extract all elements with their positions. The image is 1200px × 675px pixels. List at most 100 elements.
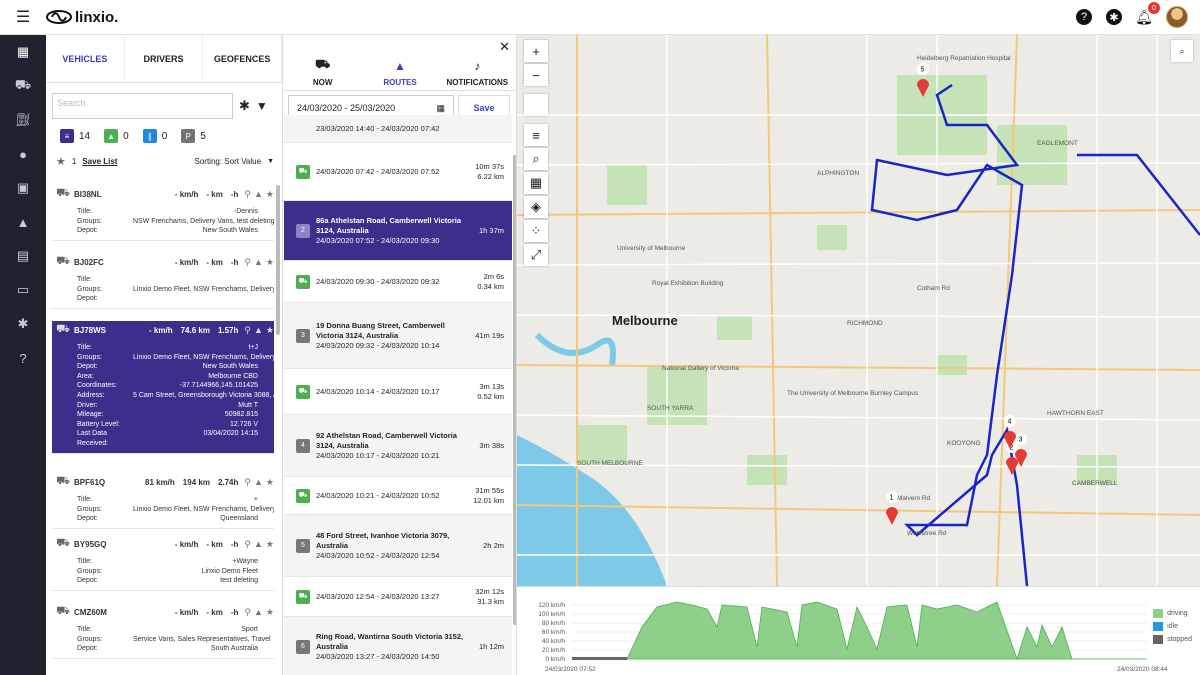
star-icon[interactable]: ★: [266, 189, 274, 200]
map-icon[interactable]: ▦: [0, 35, 46, 69]
star-icon[interactable]: ★: [266, 607, 274, 618]
user-icon[interactable]: ●: [0, 137, 46, 171]
menu-icon[interactable]: ☰: [0, 7, 46, 27]
vehicle-card[interactable]: ⛟ BJ02FC - km/h - km -h ⚲ ▲ ★ Title: Groups: Linxi…: [52, 253, 274, 309]
detail-label: Title:: [77, 344, 92, 351]
legend-swatch: [1153, 634, 1164, 644]
marker-number: 3: [1019, 437, 1023, 444]
layers-icon[interactable]: ◈: [524, 196, 548, 218]
fuel-icon[interactable]: ⛽︎: [0, 103, 46, 137]
list-icon[interactable]: ≡: [524, 124, 548, 146]
filter-icon[interactable]: ▼: [256, 99, 268, 113]
star-icon[interactable]: ★: [266, 539, 274, 550]
star-icon[interactable]: ★: [56, 155, 66, 168]
status-filter-chip[interactable]: ≡ 14: [60, 129, 90, 143]
image-icon[interactable]: ▣: [0, 171, 46, 205]
tab-drivers[interactable]: DRIVERS: [125, 35, 204, 82]
legend-item[interactable]: driving: [1153, 607, 1192, 620]
warning-icon[interactable]: ▲: [254, 257, 263, 268]
route-stop-item[interactable]: 5 48 Ford Street, Ivanhoe Victoria 3079, …: [284, 515, 512, 577]
tab-label: NOTIFICATIONS: [446, 78, 509, 87]
alert-icon[interactable]: ▲: [0, 205, 46, 239]
bell-icon[interactable]: 🔔︎ 0: [1135, 2, 1160, 25]
help-icon[interactable]: ?: [1076, 9, 1092, 25]
detail-label: Depot:: [77, 363, 98, 371]
stop-number: 5: [296, 538, 310, 553]
legend-item[interactable]: stopped: [1153, 633, 1192, 646]
status-filter-chip[interactable]: ▲ 0: [104, 129, 129, 143]
zoom-search-icon[interactable]: ⌕: [524, 148, 548, 170]
vehicle-card[interactable]: ⛟ BJ78WS - km/h 74.6 km 1.57h ⚲ ▲ ★ Title: t+J Gro…: [52, 321, 274, 454]
location-pin-icon[interactable]: ⚲: [244, 477, 251, 488]
document-icon[interactable]: ▤: [0, 239, 46, 273]
warning-icon[interactable]: ▲: [254, 325, 263, 336]
location-pin-icon[interactable]: ⚲: [244, 189, 251, 200]
status-filter-chip[interactable]: ∥ 0: [142, 129, 167, 143]
map-icon[interactable]: ▦: [524, 172, 548, 194]
route-drive-item[interactable]: ⛟ 24/03/2020 07:42 - 24/03/2020 07:52 10m …: [284, 143, 512, 201]
vehicle-card[interactable]: ⛟ BPF61Q 81 km/h 194 km 2.74h ⚲ ▲ ★ Title: + Group…: [52, 473, 274, 529]
route-stop-item[interactable]: 2 86a Athelstan Road, Camberwell Victoria…: [284, 201, 512, 261]
chevron-down-icon[interactable]: ▼: [267, 158, 274, 165]
status-filter-chip[interactable]: P5: [181, 129, 206, 143]
location-pin-icon[interactable]: ⚲: [244, 257, 251, 268]
tab-geofences[interactable]: GEOFENCES: [203, 35, 282, 82]
route-drive-item[interactable]: ⛟ 24/03/2020 12:54 - 24/03/2020 13:27 32m …: [284, 577, 512, 617]
route-drive-item[interactable]: ⛟ 24/03/2020 09:30 - 24/03/2020 09:32 2m 6…: [284, 261, 512, 303]
sorting-select[interactable]: Sorting: Sort Value: [195, 157, 262, 166]
search-input[interactable]: Search: [52, 93, 233, 119]
close-icon[interactable]: ✕: [499, 39, 510, 55]
device-icon[interactable]: ▭: [0, 273, 46, 307]
route-distance: 6.22 km: [477, 171, 504, 181]
location-pin-icon[interactable]: ⚲: [244, 325, 251, 336]
route-stop-item[interactable]: 4 92 Athelstan Road, Camberwell Victoria …: [284, 415, 512, 477]
zoom-out-button[interactable]: −: [524, 64, 548, 86]
route-stop-item[interactable]: 23/03/2020 14:40 - 24/03/2020 07:42: [284, 115, 512, 143]
map[interactable]: Melbourne Heidelberg Repatriation Hospit…: [517, 35, 1200, 586]
fullscreen-icon[interactable]: ⤢: [524, 244, 548, 266]
map-canvas[interactable]: Melbourne Heidelberg Repatriation Hospit…: [517, 35, 1200, 586]
vehicle-card[interactable]: ⛟ BY95GQ - km/h - km -h ⚲ ▲ ★ Title: +Wayne Groups…: [52, 535, 274, 591]
warning-icon[interactable]: ▲: [254, 539, 263, 550]
tab-vehicles[interactable]: VEHICLES: [46, 35, 125, 82]
avatar[interactable]: [1166, 6, 1188, 28]
vehicle-icon[interactable]: ⛟: [0, 69, 46, 103]
star-icon[interactable]: ★: [266, 325, 274, 336]
star-icon[interactable]: ★: [266, 477, 274, 488]
map-search-button[interactable]: ⌕: [1171, 40, 1193, 62]
tab-now[interactable]: ⛟ NOW: [284, 35, 361, 90]
detail-row: Depot: South Australia: [52, 644, 274, 654]
vehicle-distance: - km: [206, 607, 223, 617]
app-logo[interactable]: linxio.: [46, 9, 118, 26]
route-drive-item[interactable]: ⛟ 24/03/2020 10:14 - 24/03/2020 10:17 3m 1…: [284, 369, 512, 415]
help-icon[interactable]: ?: [0, 341, 46, 375]
vehicle-card[interactable]: ⛟ BI38NL - km/h - km -h ⚲ ▲ ★ Title: -Dennis Group…: [52, 185, 274, 241]
route-time: 24/03/2020 10:21 - 24/03/2020 10:52: [316, 490, 440, 500]
route-text: 24/03/2020 07:42 - 24/03/2020 07:52: [316, 167, 464, 177]
vehicle-card[interactable]: ⛟ CMZ60M - km/h - km -h ⚲ ▲ ★ Title: Sport Groups:…: [52, 603, 274, 659]
route-drive-item[interactable]: ⛟ 24/03/2020 10:21 - 24/03/2020 10:52 31m …: [284, 477, 512, 515]
star-icon[interactable]: ★: [266, 257, 274, 268]
cluster-icon[interactable]: ⁘: [524, 220, 548, 242]
warning-icon[interactable]: ▲: [254, 189, 263, 200]
detail-row: Area: Melbourne CBD: [52, 372, 274, 382]
zoom-in-button[interactable]: +: [524, 40, 548, 62]
save-list-link[interactable]: Save List: [82, 157, 117, 166]
route-time: 24/03/2020 09:32 - 24/03/2020 10:14: [316, 340, 440, 350]
blank-control[interactable]: [524, 94, 548, 116]
route-stop-item[interactable]: 6 Ring Road, Wantirna South Victoria 3152…: [284, 617, 512, 675]
legend-item[interactable]: idle: [1153, 620, 1192, 633]
route-duration: 41m 19s: [475, 330, 504, 340]
calendar-icon[interactable]: ▦: [436, 103, 445, 114]
location-pin-icon[interactable]: ⚲: [244, 539, 251, 550]
settings-icon[interactable]: ✱: [239, 98, 250, 114]
warning-icon[interactable]: ▲: [254, 607, 263, 618]
location-pin-icon[interactable]: ⚲: [244, 607, 251, 618]
scrollbar[interactable]: [276, 185, 280, 335]
gear-icon[interactable]: ✱: [1106, 9, 1122, 25]
map-place-label: Royal Exhibition Building: [652, 280, 724, 287]
settings-icon[interactable]: ✱: [0, 307, 46, 341]
warning-icon[interactable]: ▲: [254, 477, 263, 488]
route-stop-item[interactable]: 3 19 Donna Buang Street, Camberwell Victo…: [284, 303, 512, 369]
tab-routes[interactable]: ▲ ROUTES: [361, 35, 438, 90]
